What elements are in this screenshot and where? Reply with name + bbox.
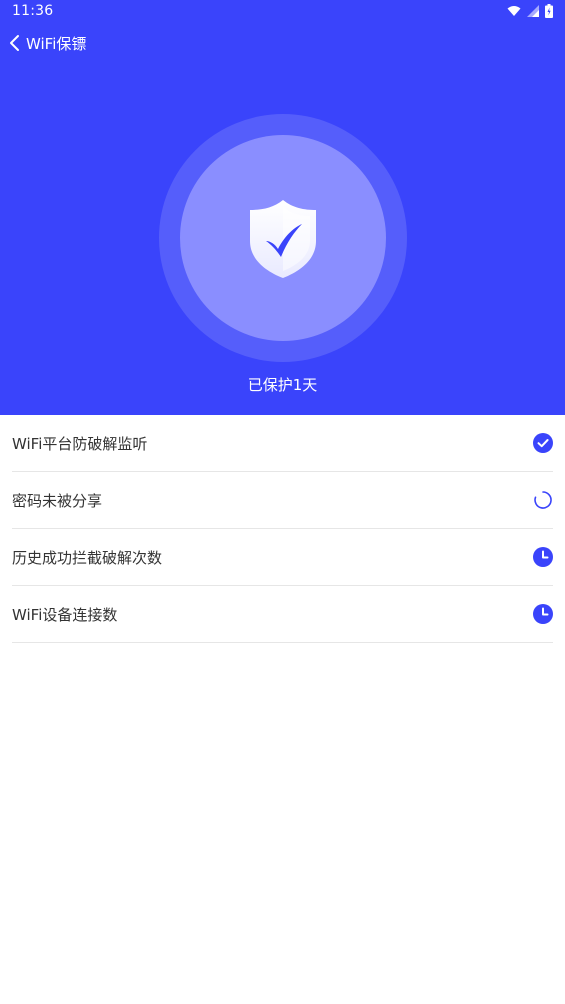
clock-icon (533, 604, 553, 624)
signal-icon (527, 5, 539, 17)
chevron-left-icon (10, 35, 19, 51)
back-button[interactable] (0, 28, 26, 58)
battery-icon (545, 4, 553, 18)
status-time: 11:36 (12, 3, 54, 19)
list-item-label: 历史成功拦截破解次数 (12, 548, 163, 567)
shield-check-icon (250, 200, 316, 278)
status-bar: 11:36 (0, 0, 565, 24)
loading-spinner-icon (534, 491, 552, 509)
status-icons (507, 4, 553, 18)
page-title: WiFi保镖 (26, 34, 87, 53)
list-item: WiFi设备连接数 (12, 586, 553, 643)
protection-status-text: 已保护1天 (247, 376, 318, 394)
list-item-label: WiFi平台防破解监听 (12, 434, 148, 453)
wifi-icon (507, 6, 521, 16)
security-checklist: WiFi平台防破解监听 密码未被分享 历史成功拦截破解次数 WiFi设备连接数 (12, 415, 553, 643)
check-circle-icon (533, 433, 553, 453)
list-item-label: WiFi设备连接数 (12, 605, 118, 624)
list-item: WiFi平台防破解监听 (12, 415, 553, 472)
list-item: 密码未被分享 (12, 472, 553, 529)
top-bar: WiFi保镖 (0, 28, 565, 58)
list-item: 历史成功拦截破解次数 (12, 529, 553, 586)
list-item-label: 密码未被分享 (12, 491, 103, 510)
clock-icon (533, 547, 553, 567)
header-panel: 11:36 WiFi保镖 已保护1天 (0, 0, 565, 415)
